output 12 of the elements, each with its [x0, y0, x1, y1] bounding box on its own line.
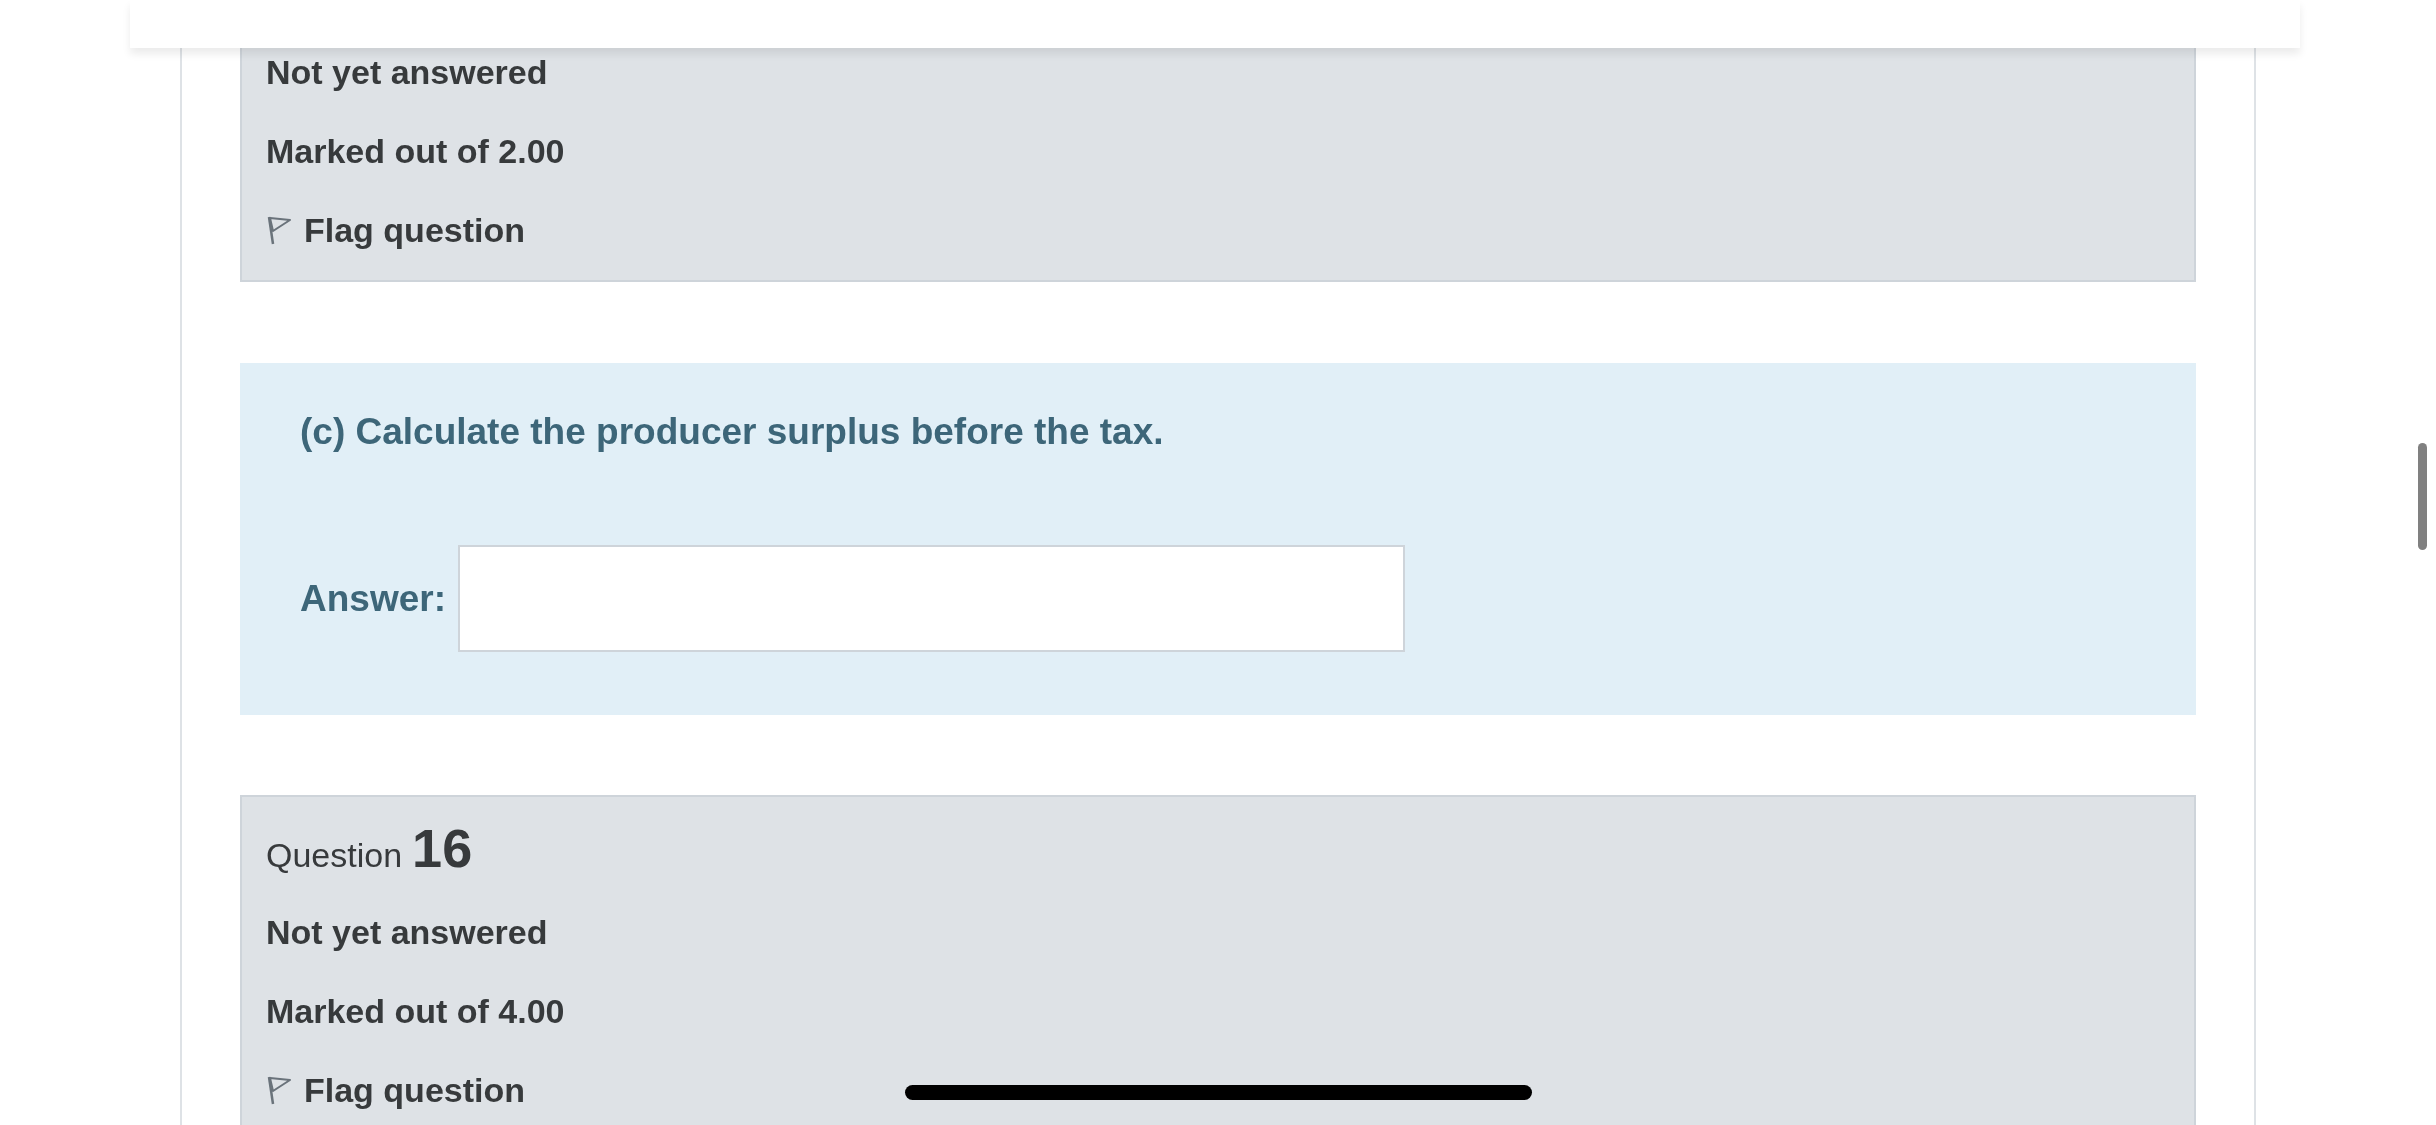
- status-text: Not yet answered: [266, 52, 549, 93]
- answer-field[interactable]: [458, 545, 1405, 652]
- flag-question-link[interactable]: Flag question: [304, 206, 525, 254]
- flag-question-link[interactable]: Flag question: [304, 1066, 525, 1114]
- marks-text: Marked out of 4.00: [266, 991, 566, 1032]
- question-number: 16: [412, 818, 473, 878]
- scrollbar-thumb[interactable]: [2418, 443, 2427, 550]
- answer-label: Answer:: [300, 576, 446, 621]
- question-label: Question: [266, 835, 403, 876]
- marks-text: Marked out of 2.00: [266, 131, 566, 172]
- question-prompt: (c) Calculate the producer surplus before the tax.: [300, 410, 1165, 454]
- status-text: Not yet answered: [266, 912, 549, 953]
